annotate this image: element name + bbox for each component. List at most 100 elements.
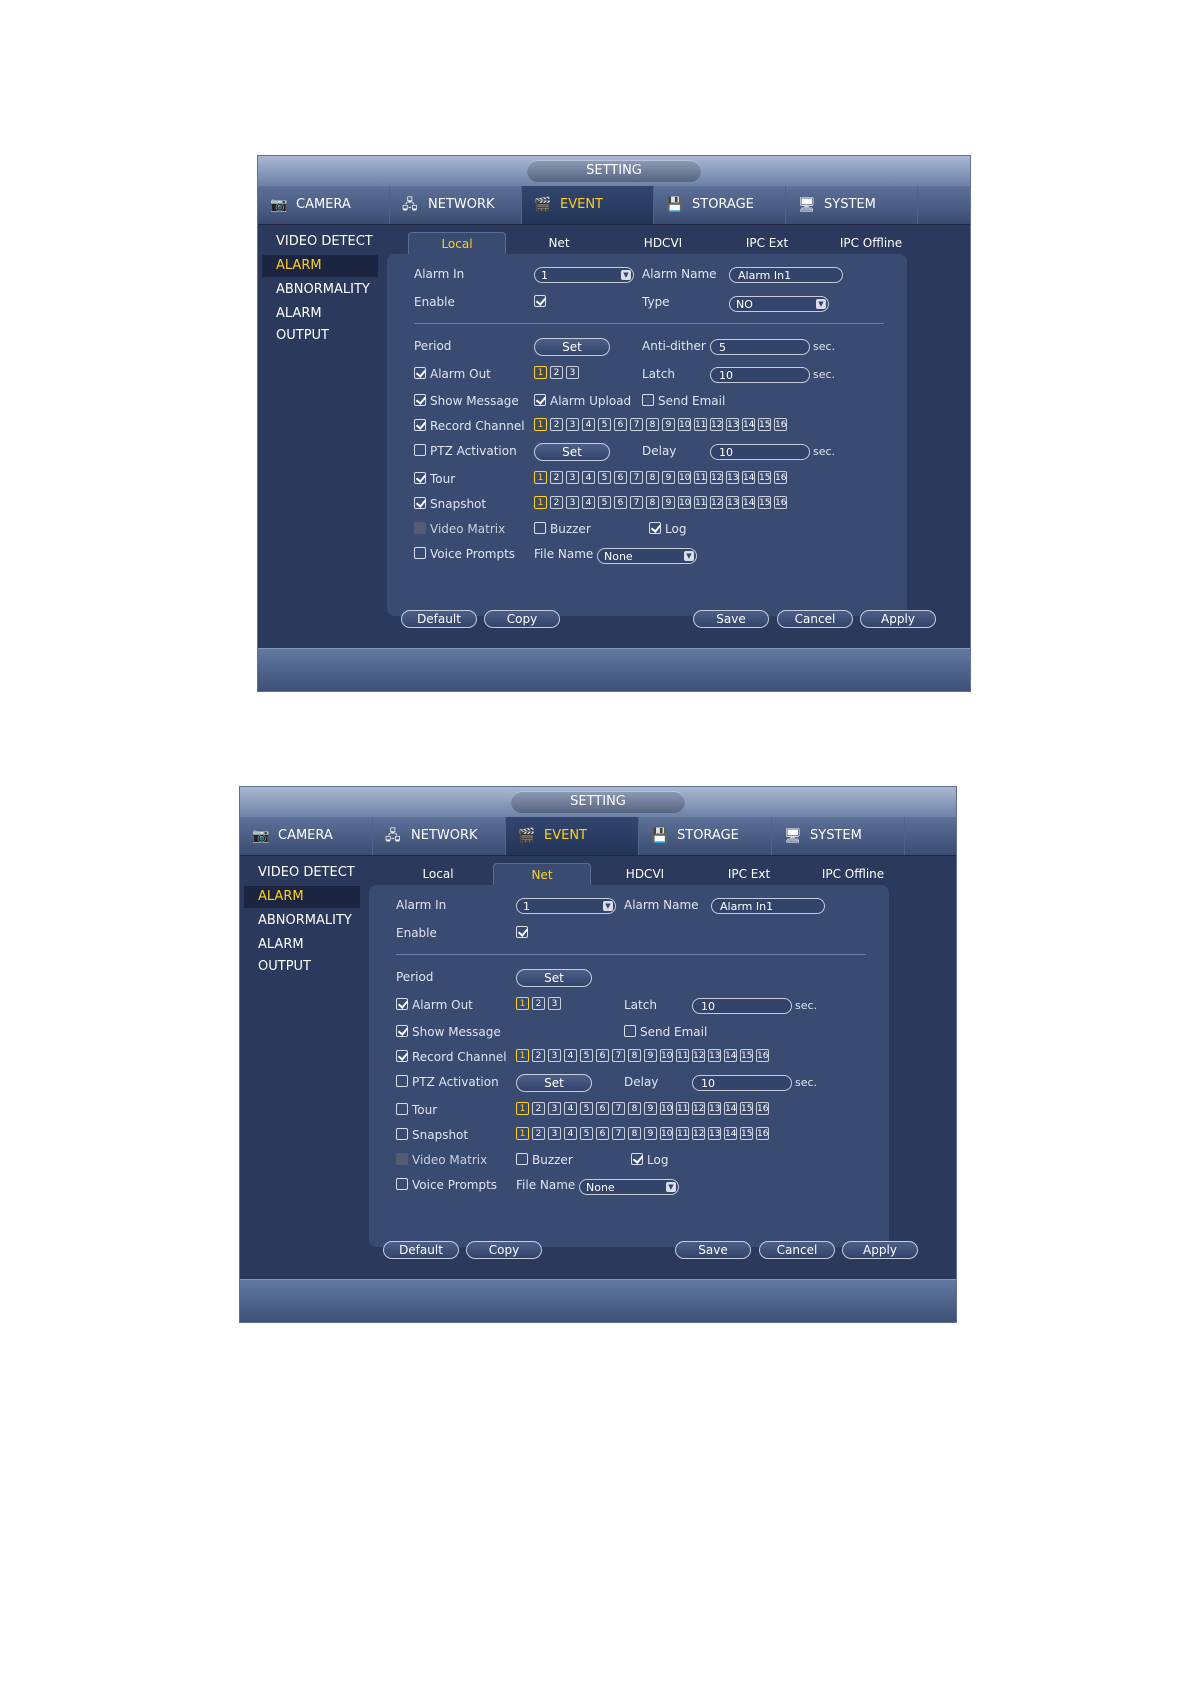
- subtab-net[interactable]: Net: [511, 232, 607, 255]
- channel-box[interactable]: 3: [566, 496, 579, 509]
- channel-box[interactable]: 6: [614, 496, 627, 509]
- channel-box[interactable]: 14: [724, 1049, 737, 1062]
- record-channel-checkbox[interactable]: [396, 1050, 408, 1062]
- channel-box[interactable]: 12: [692, 1102, 705, 1115]
- copy-button[interactable]: Copy: [466, 1241, 542, 1259]
- channel-box[interactable]: 14: [724, 1127, 737, 1140]
- tour-checkbox[interactable]: [414, 472, 426, 484]
- channel-box[interactable]: 6: [596, 1049, 609, 1062]
- alarm-out-channel[interactable]: 3: [566, 366, 579, 379]
- channel-box[interactable]: 16: [774, 496, 787, 509]
- sidebar-item-video-detect[interactable]: VIDEO DETECT: [262, 231, 378, 253]
- channel-box[interactable]: 5: [598, 496, 611, 509]
- channel-box[interactable]: 3: [548, 1102, 561, 1115]
- tab-storage[interactable]: 💾 STORAGE: [654, 186, 786, 224]
- channel-box[interactable]: 15: [758, 496, 771, 509]
- channel-box[interactable]: 11: [694, 418, 707, 431]
- channel-box[interactable]: 8: [646, 471, 659, 484]
- ptz-set-button[interactable]: Set: [516, 1074, 592, 1092]
- channel-box[interactable]: 16: [774, 471, 787, 484]
- show-message-checkbox[interactable]: [414, 394, 426, 406]
- channel-box[interactable]: 4: [564, 1049, 577, 1062]
- sidebar-item-abnormality[interactable]: ABNORMALITY: [262, 279, 378, 301]
- channel-box[interactable]: 2: [532, 1102, 545, 1115]
- tab-storage[interactable]: 💾 STORAGE: [639, 817, 772, 855]
- channel-box[interactable]: 5: [580, 1102, 593, 1115]
- channel-box[interactable]: 9: [644, 1049, 657, 1062]
- alarm-out-channel[interactable]: 3: [548, 997, 561, 1010]
- channel-box[interactable]: 12: [710, 496, 723, 509]
- channel-box[interactable]: 15: [758, 471, 771, 484]
- snapshot-checkbox[interactable]: [396, 1128, 408, 1140]
- subtab-hdcvi[interactable]: HDCVI: [597, 863, 693, 886]
- channel-box[interactable]: 8: [646, 496, 659, 509]
- default-button[interactable]: Default: [383, 1241, 459, 1259]
- channel-box[interactable]: 4: [582, 496, 595, 509]
- subtab-ipc-ext[interactable]: IPC Ext: [701, 863, 797, 886]
- channel-box[interactable]: 11: [676, 1102, 689, 1115]
- channel-box[interactable]: 11: [694, 471, 707, 484]
- channel-box[interactable]: 13: [708, 1049, 721, 1062]
- channel-box[interactable]: 11: [676, 1049, 689, 1062]
- buzzer-checkbox[interactable]: [534, 522, 546, 534]
- buzzer-checkbox[interactable]: [516, 1153, 528, 1165]
- tab-system[interactable]: 🖥 SYSTEM: [786, 186, 918, 224]
- alarm-out-channel[interactable]: 1: [534, 366, 547, 379]
- channel-box[interactable]: 4: [582, 471, 595, 484]
- channel-box[interactable]: 14: [742, 418, 755, 431]
- send-email-checkbox[interactable]: [642, 394, 654, 406]
- channel-box[interactable]: 5: [580, 1049, 593, 1062]
- alarm-name-input[interactable]: Alarm In1: [729, 267, 843, 283]
- log-checkbox[interactable]: [649, 522, 661, 534]
- enable-checkbox[interactable]: [516, 926, 528, 938]
- snapshot-checkbox[interactable]: [414, 497, 426, 509]
- subtab-ipc-offline[interactable]: IPC Offline: [805, 863, 901, 886]
- channel-box[interactable]: 2: [532, 1127, 545, 1140]
- sidebar-item-video-detect[interactable]: VIDEO DETECT: [244, 862, 360, 884]
- tour-checkbox[interactable]: [396, 1103, 408, 1115]
- cancel-button[interactable]: Cancel: [759, 1241, 835, 1259]
- sidebar-item-alarm[interactable]: ALARM: [262, 255, 378, 277]
- channel-box[interactable]: 14: [742, 496, 755, 509]
- subtab-ipc-ext[interactable]: IPC Ext: [719, 232, 815, 255]
- channel-box[interactable]: 13: [708, 1127, 721, 1140]
- channel-box[interactable]: 10: [678, 496, 691, 509]
- channel-box[interactable]: 10: [678, 418, 691, 431]
- channel-box[interactable]: 3: [548, 1049, 561, 1062]
- sidebar-item-alarm-output[interactable]: ALARM OUTPUT: [262, 303, 378, 343]
- channel-box[interactable]: 13: [708, 1102, 721, 1115]
- channel-box[interactable]: 6: [614, 471, 627, 484]
- channel-box[interactable]: 7: [612, 1049, 625, 1062]
- period-set-button[interactable]: Set: [516, 969, 592, 987]
- tab-network[interactable]: 🖧 NETWORK: [390, 186, 522, 224]
- channel-box[interactable]: 13: [726, 471, 739, 484]
- tab-network[interactable]: 🖧 NETWORK: [373, 817, 506, 855]
- channel-box[interactable]: 1: [516, 1127, 529, 1140]
- channel-box[interactable]: 2: [532, 1049, 545, 1062]
- channel-box[interactable]: 15: [740, 1102, 753, 1115]
- channel-box[interactable]: 9: [662, 471, 675, 484]
- alarm-out-channel[interactable]: 2: [532, 997, 545, 1010]
- channel-box[interactable]: 6: [596, 1102, 609, 1115]
- channel-box[interactable]: 10: [660, 1049, 673, 1062]
- channel-box[interactable]: 10: [660, 1102, 673, 1115]
- channel-box[interactable]: 1: [516, 1049, 529, 1062]
- channel-box[interactable]: 7: [630, 418, 643, 431]
- channel-box[interactable]: 4: [564, 1102, 577, 1115]
- channel-box[interactable]: 12: [692, 1049, 705, 1062]
- subtab-net[interactable]: Net: [493, 863, 591, 887]
- tab-event[interactable]: 🎬 EVENT: [522, 186, 654, 224]
- channel-box[interactable]: 8: [628, 1049, 641, 1062]
- tab-event[interactable]: 🎬 EVENT: [506, 817, 639, 855]
- subtab-local[interactable]: Local: [408, 232, 506, 256]
- alarm-out-channel[interactable]: 2: [550, 366, 563, 379]
- channel-box[interactable]: 5: [598, 471, 611, 484]
- channel-box[interactable]: 8: [646, 418, 659, 431]
- tab-camera[interactable]: 📷 CAMERA: [240, 817, 373, 855]
- channel-box[interactable]: 1: [516, 1102, 529, 1115]
- type-select[interactable]: NO ▼: [729, 296, 829, 312]
- record-channel-checkbox[interactable]: [414, 419, 426, 431]
- channel-box[interactable]: 13: [726, 418, 739, 431]
- channel-box[interactable]: 2: [550, 418, 563, 431]
- voice-prompts-checkbox[interactable]: [396, 1178, 408, 1190]
